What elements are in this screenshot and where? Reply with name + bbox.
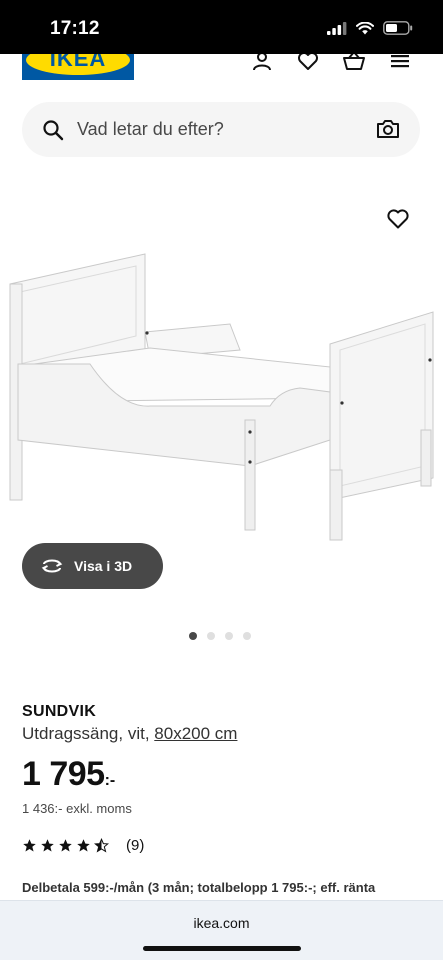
view-in-3d-button[interactable]: Visa i 3D bbox=[22, 543, 163, 589]
status-time: 17:12 bbox=[50, 18, 100, 39]
star-icon bbox=[23, 839, 36, 852]
gallery-dot[interactable] bbox=[243, 632, 251, 640]
wifi-icon bbox=[356, 21, 374, 34]
product-image[interactable] bbox=[0, 240, 443, 560]
basket-icon[interactable] bbox=[341, 54, 367, 74]
search-icon bbox=[43, 120, 64, 141]
home-indicator[interactable] bbox=[143, 946, 301, 951]
browser-address-bar[interactable]: ikea.com bbox=[0, 900, 443, 960]
star-icon bbox=[77, 839, 90, 852]
gallery-dot[interactable] bbox=[189, 632, 197, 640]
url-text[interactable]: ikea.com bbox=[0, 915, 443, 931]
battery-icon bbox=[383, 21, 413, 35]
logo-text: IKEA bbox=[49, 54, 107, 71]
price-value: 1 795 bbox=[22, 755, 105, 793]
ikea-logo[interactable]: IKEA bbox=[22, 54, 134, 80]
search-input[interactable]: Vad letar du efter? bbox=[77, 119, 224, 140]
gallery-pagination bbox=[189, 632, 251, 640]
price-excl-vat: 1 436:- exkl. moms bbox=[22, 801, 132, 816]
favourite-heart-icon[interactable] bbox=[386, 208, 410, 230]
signal-icon bbox=[327, 21, 347, 35]
rating-count: (9) bbox=[126, 837, 145, 854]
status-bar: 17:12 bbox=[0, 0, 443, 54]
product-rating[interactable]: (9) bbox=[22, 837, 144, 854]
product-price: 1 795:- bbox=[22, 755, 115, 794]
search-bar[interactable]: Vad letar du efter? bbox=[22, 102, 420, 157]
view-in-3d-label: Visa i 3D bbox=[74, 558, 133, 574]
camera-icon[interactable] bbox=[376, 118, 400, 140]
bed-illustration bbox=[9, 253, 434, 541]
product-type: Utdragssäng, vit, bbox=[22, 724, 155, 743]
gallery-dot[interactable] bbox=[225, 632, 233, 640]
half-star-icon bbox=[94, 838, 109, 853]
menu-icon[interactable] bbox=[387, 54, 413, 74]
header-icons bbox=[249, 54, 413, 74]
status-icons bbox=[327, 21, 413, 35]
star-icon bbox=[59, 839, 72, 852]
user-icon[interactable] bbox=[249, 54, 275, 74]
gallery-dot[interactable] bbox=[207, 632, 215, 640]
rotate-icon bbox=[41, 559, 63, 573]
header: IKEA bbox=[0, 54, 443, 84]
star-icon bbox=[41, 839, 54, 852]
product-name: SUNDVIK bbox=[22, 703, 97, 720]
product-description: Utdragssäng, vit, 80x200 cm bbox=[22, 724, 237, 744]
installment-info: Delbetala 599:-/mån (3 mån; totalbelopp … bbox=[22, 880, 376, 895]
heart-icon[interactable] bbox=[295, 54, 321, 74]
price-suffix: :- bbox=[104, 772, 116, 789]
product-size-link[interactable]: 80x200 cm bbox=[154, 724, 237, 743]
